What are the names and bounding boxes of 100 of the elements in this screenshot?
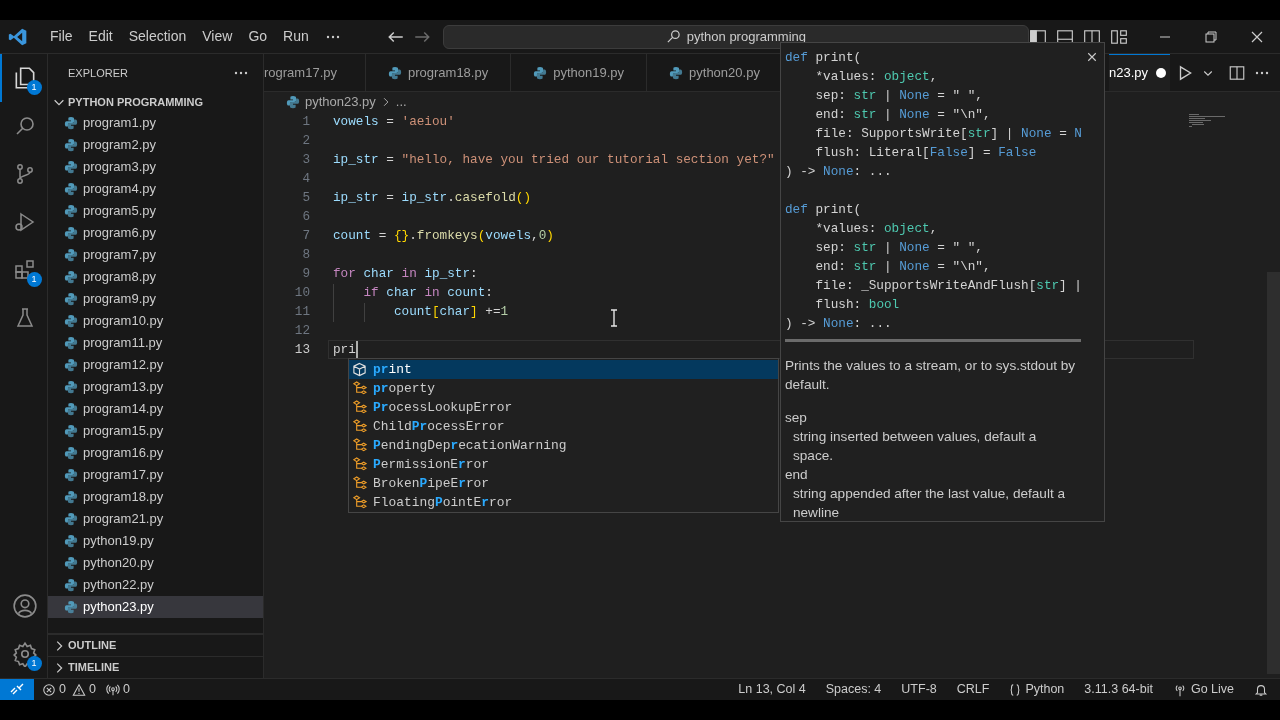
tree-item[interactable]: program14.py <box>48 398 263 420</box>
tree-item[interactable]: program12.py <box>48 354 263 376</box>
tree-item[interactable]: program9.py <box>48 288 263 310</box>
menu-item[interactable]: Edit <box>80 26 121 47</box>
line-number: 5 <box>301 189 310 207</box>
error-icon <box>42 682 56 697</box>
tree-item[interactable]: program10.py <box>48 310 263 332</box>
tree-item[interactable]: program8.py <box>48 266 263 288</box>
status-item[interactable]: 3.11.3 64-bit <box>1084 680 1153 699</box>
tree-item[interactable]: program21.py <box>48 508 263 530</box>
editor-tab[interactable]: rogram17.py <box>264 54 366 91</box>
status-item[interactable]: Ln 13, Col 4 <box>738 680 806 699</box>
menu-item[interactable]: Run <box>275 26 317 47</box>
suggestion-item[interactable]: property <box>349 379 778 398</box>
suggestion-item[interactable]: BrokenPipeError <box>349 474 778 493</box>
python-logo-icon <box>64 358 78 372</box>
suggestion-item[interactable]: ChildProcessError <box>349 417 778 436</box>
folder-header[interactable]: PYTHON PROGRAMMING <box>48 92 263 112</box>
line-number: 8 <box>301 246 310 264</box>
signature-line: file: _SupportsWriteAndFlush[str] | <box>814 277 1082 295</box>
suggestion-item[interactable]: PermissionError <box>349 455 778 474</box>
signature-line: flush: bool <box>814 296 900 314</box>
tree-item[interactable]: python23.py <box>48 596 263 618</box>
run-debug-icon[interactable] <box>12 210 37 234</box>
line-number: 13 <box>293 341 310 359</box>
python-logo-icon <box>64 490 78 504</box>
suggestion-item[interactable]: PendingDeprecationWarning <box>349 436 778 455</box>
app-logo-icon <box>8 26 28 47</box>
tree-item[interactable]: program6.py <box>48 222 263 244</box>
python-logo-icon <box>64 600 78 614</box>
python-logo-icon <box>64 380 78 394</box>
tree-item[interactable]: program7.py <box>48 244 263 266</box>
customize-layout-icon[interactable] <box>1110 27 1128 46</box>
menu-item[interactable]: View <box>194 26 241 47</box>
tree-item[interactable]: program1.py <box>48 112 263 134</box>
tree-item[interactable]: program3.py <box>48 156 263 178</box>
code-line: ip_str = ip_str.casefold() <box>333 189 531 207</box>
class-icon <box>352 495 367 510</box>
editor-tab[interactable]: program18.py <box>366 54 512 91</box>
status-item[interactable]: CRLF <box>956 680 990 699</box>
python-logo-icon <box>64 468 78 482</box>
breadcrumb-item[interactable]: ... <box>395 92 407 112</box>
python-logo-icon <box>64 248 78 262</box>
line-number: 2 <box>301 132 310 150</box>
bell-icon[interactable] <box>1254 682 1268 697</box>
class-icon <box>352 400 367 415</box>
tree-item[interactable]: python19.py <box>48 530 263 552</box>
python-logo-icon <box>64 512 78 526</box>
code-line: vowels = 'aeiou' <box>333 113 455 131</box>
class-icon <box>352 476 367 491</box>
section-header[interactable]: OUTLINE <box>48 634 263 656</box>
code-line: ip_str = "hello, have you tried our tutorial section yet?" <box>333 151 775 169</box>
tree-item[interactable]: program17.py <box>48 464 263 486</box>
settings-icon[interactable] <box>11 641 38 667</box>
tree-item[interactable]: program13.py <box>48 376 263 398</box>
status-item[interactable]: Spaces: 4 <box>825 680 882 699</box>
split-editor-icon[interactable] <box>1228 63 1246 82</box>
tree-item[interactable]: program15.py <box>48 420 263 442</box>
class-icon <box>352 438 367 453</box>
tree-item[interactable]: program2.py <box>48 134 263 156</box>
line-number: 7 <box>301 227 310 245</box>
tree-item[interactable]: program5.py <box>48 200 263 222</box>
tree-item[interactable]: python22.py <box>48 574 263 596</box>
python-logo-icon <box>64 424 78 438</box>
account-icon[interactable] <box>11 593 38 619</box>
tree-item[interactable]: program16.py <box>48 442 263 464</box>
param-description: string inserted between values, default a space. <box>792 428 1038 465</box>
problems-button[interactable]: 0 0 <box>42 680 96 699</box>
python-logo-icon <box>64 116 78 130</box>
close-icon[interactable] <box>1086 51 1098 63</box>
tree-item[interactable]: program4.py <box>48 178 263 200</box>
tree-item[interactable]: program18.py <box>48 486 263 508</box>
line-number: 4 <box>301 170 310 188</box>
menu-item[interactable]: Go <box>240 26 276 47</box>
line-number: 11 <box>293 303 310 321</box>
broadcast-icon <box>105 682 120 697</box>
minimap-drawing <box>1189 114 1225 127</box>
status-item[interactable]: Python <box>1009 680 1065 699</box>
status-item[interactable]: Go Live <box>1172 680 1234 699</box>
status-item[interactable]: UTF-8 <box>901 680 937 699</box>
signature-line: file: SupportsWrite[str] | None = N <box>814 125 1082 143</box>
ports-button[interactable]: 0 <box>105 680 130 699</box>
suggestion-item[interactable]: print <box>349 360 778 379</box>
extensions-icon[interactable] <box>12 258 37 282</box>
menu-item[interactable]: Selection <box>120 26 195 47</box>
suggestion-item[interactable]: ProcessLookupError <box>349 398 778 417</box>
menu-item[interactable]: File <box>42 26 81 47</box>
suggestion-item[interactable]: FloatingPointError <box>349 493 778 512</box>
tree-item[interactable]: python20.py <box>48 552 263 574</box>
tree-item[interactable]: program11.py <box>48 332 263 354</box>
remote-button[interactable] <box>0 679 34 700</box>
python-logo-icon <box>64 556 78 570</box>
editor-tab[interactable]: python19.py <box>511 54 648 91</box>
text-cursor <box>355 341 358 358</box>
text-cursor-icon <box>609 309 619 327</box>
scrollbar[interactable] <box>785 339 1081 342</box>
signature-line: end: str | None = "\n", <box>814 106 991 124</box>
python-logo-icon <box>64 226 78 240</box>
breadcrumb-item[interactable]: python23.py <box>305 92 376 112</box>
editor-tab[interactable]: n23.py <box>1108 54 1170 91</box>
